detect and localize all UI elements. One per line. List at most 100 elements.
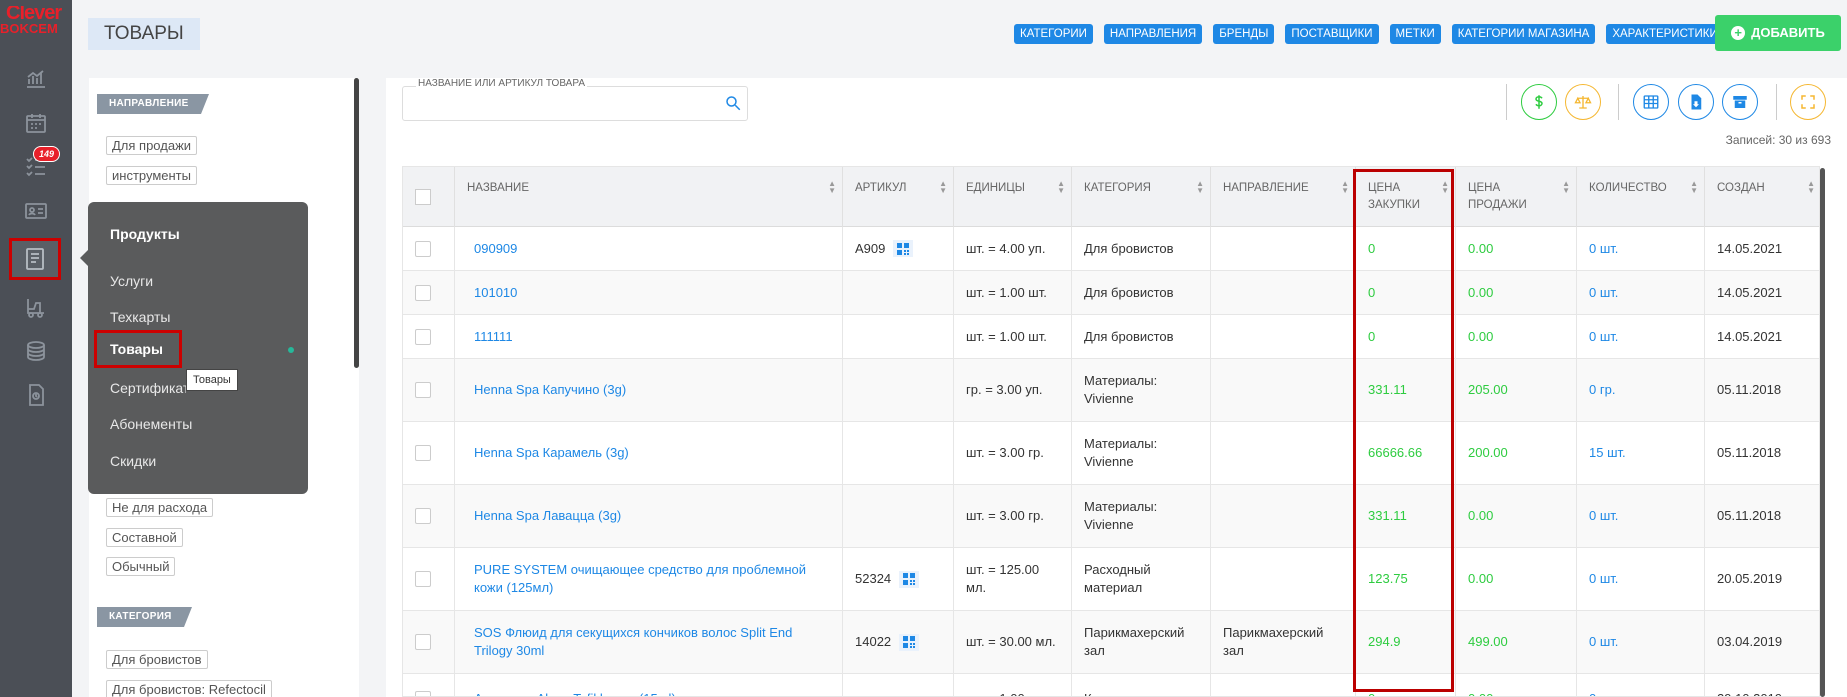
tag-characteristics-button[interactable]: ХАРАКТЕРИСТИКИ: [1606, 24, 1724, 44]
table-row[interactable]: Henna Spa Лавацца (3g) шт. = 3.00 гр. Мате…: [403, 485, 1819, 548]
search-input[interactable]: [402, 86, 748, 121]
columns-button[interactable]: [1633, 84, 1669, 120]
tag-store-categories-button[interactable]: КАТЕГОРИИ МАГАЗИНА: [1451, 24, 1596, 44]
balance-button[interactable]: [1565, 84, 1601, 120]
row-checkbox[interactable]: [415, 508, 431, 524]
row-checkbox[interactable]: [415, 240, 431, 257]
cell-category-text: Для бровистов: [1084, 240, 1174, 256]
filter-chip[interactable]: Для бровистов: Refectocil: [106, 680, 272, 697]
tag-suppliers-button[interactable]: ПОСТАВЩИКИ: [1285, 24, 1379, 44]
qr-code-icon[interactable]: [899, 633, 920, 651]
cell-name-text[interactable]: 111111: [467, 328, 513, 346]
search-icon[interactable]: [724, 94, 742, 112]
cell-name-text[interactable]: Henna Spa Капучино (3g): [467, 381, 626, 399]
finance-coins-icon[interactable]: [18, 336, 54, 366]
calendar-icon[interactable]: [18, 108, 54, 138]
table-row[interactable]: SOS Флюид для секущихся кончиков волос S…: [403, 611, 1819, 674]
table-row[interactable]: 090909 A909 шт. = 4.00 уп. Для бровистов 0 0.…: [403, 227, 1819, 271]
book-icon: [26, 248, 44, 270]
submenu-item-certificates[interactable]: Сертификаты: [110, 380, 186, 396]
cell-qty-text[interactable]: 0 шт.: [1589, 570, 1618, 588]
submenu-item-techcards[interactable]: Техкарты: [110, 309, 170, 325]
submenu-item-discounts[interactable]: Скидки: [110, 453, 156, 469]
row-select-cell: [403, 674, 455, 696]
table-row[interactable]: 101010 шт. = 1.00 шт. Для бровистов 0 0.00 0 …: [403, 271, 1819, 315]
cell-name-text[interactable]: PURE SYSTEM очищающее средство для пробл…: [467, 561, 830, 597]
filter-chip[interactable]: Для продажи: [106, 136, 198, 155]
table-row[interactable]: PURE SYSTEM очищающее средство для пробл…: [403, 548, 1819, 611]
cell-buy-text: 0: [1368, 284, 1376, 300]
cell-qty-text[interactable]: 0 шт.: [1589, 633, 1618, 651]
cell-qty-text[interactable]: 0 шт.: [1589, 240, 1618, 258]
header-sell-price[interactable]: ЦЕНА ПРОДАЖИ ▲ ▼: [1456, 167, 1577, 227]
clients-card-icon[interactable]: [18, 196, 54, 226]
header-sku[interactable]: АРТИКУЛ ▲ ▼: [843, 167, 954, 227]
archive-button[interactable]: [1722, 84, 1758, 120]
cell-name-text[interactable]: Аджастер Alena Tofil brown (15ml): [467, 690, 676, 697]
products-nav-item[interactable]: [9, 238, 61, 280]
row-checkbox[interactable]: [415, 445, 431, 461]
filter-chip[interactable]: Не для расхода: [106, 498, 214, 517]
cell-name-text[interactable]: Henna Spa Лавацца (3g): [467, 507, 621, 525]
row-select-cell: [403, 611, 455, 673]
cell-qty-text[interactable]: 0 шт.: [1589, 690, 1618, 697]
header-buy-price[interactable]: ЦЕНА ЗАКУПКИ ▲ ▼: [1356, 167, 1456, 227]
table-row[interactable]: Henna Spa Капучино (3g) гр. = 3.00 уп. Мат…: [403, 359, 1819, 422]
table-row[interactable]: Аджастер Alena Tofil brown (15ml) шт. = 1…: [403, 674, 1819, 697]
cell-direction: [1211, 227, 1356, 270]
submenu-item-subscriptions[interactable]: Абонементы: [110, 416, 192, 432]
filter-chip[interactable]: Составной: [106, 528, 183, 547]
row-checkbox[interactable]: [415, 328, 431, 345]
header-direction[interactable]: НАПРАВЛЕНИЕ ▲ ▼: [1211, 167, 1356, 227]
tag-directions-button[interactable]: НАПРАВЛЕНИЯ: [1103, 24, 1203, 44]
filter-chip[interactable]: Для бровистов: [106, 650, 208, 669]
filter-scrollbar[interactable]: [354, 78, 359, 368]
qr-code-icon[interactable]: [899, 570, 920, 588]
cell-created: 14.05.2021: [1705, 271, 1819, 314]
table-row[interactable]: Henna Spa Карамель (3g) шт. = 3.00 гр. Мат…: [403, 422, 1819, 485]
logo[interactable]: Clever BOKCEM: [0, 6, 72, 46]
cell-qty-text[interactable]: 15 шт.: [1589, 444, 1626, 462]
filter-chip[interactable]: инструменты: [106, 166, 197, 185]
header-quantity[interactable]: КОЛИЧЕСТВО ▲ ▼: [1577, 167, 1705, 227]
table-scrollbar[interactable]: [1820, 168, 1825, 697]
table-row[interactable]: 111111 шт. = 1.00 шт. Для бровистов 0 0.00 0 …: [403, 315, 1819, 359]
header-units[interactable]: ЕДИНИЦЫ ▲ ▼: [954, 167, 1072, 227]
warehouse-forklift-icon[interactable]: [18, 292, 54, 322]
documents-icon[interactable]: [18, 380, 54, 410]
tag-brands-button[interactable]: БРЕНДЫ: [1213, 24, 1275, 44]
cell-name-text[interactable]: Henna Spa Карамель (3g): [467, 444, 629, 462]
row-checkbox[interactable]: [415, 284, 431, 301]
cell-name-text[interactable]: 090909: [467, 240, 517, 258]
row-checkbox[interactable]: [415, 634, 431, 650]
export-button[interactable]: [1678, 84, 1714, 120]
cell-qty-text[interactable]: 0 шт.: [1589, 328, 1618, 346]
header-category[interactable]: КАТЕГОРИЯ ▲ ▼: [1072, 167, 1211, 227]
submenu-item-services[interactable]: Услуги: [110, 273, 153, 289]
fullscreen-button[interactable]: [1790, 84, 1826, 120]
cell-name-text[interactable]: SOS Флюид для секущихся кончиков волос S…: [467, 624, 830, 660]
analytics-icon[interactable]: [18, 64, 54, 94]
submenu-item-goods[interactable]: Товары: [94, 330, 182, 368]
row-checkbox[interactable]: [415, 382, 431, 398]
price-button[interactable]: [1521, 84, 1557, 120]
add-button[interactable]: + ДОБАВИТЬ: [1715, 15, 1841, 51]
cell-qty-text[interactable]: 0 шт.: [1589, 507, 1618, 525]
cell-qty-text[interactable]: 0 шт.: [1589, 284, 1618, 302]
tag-labels-button[interactable]: МЕТКИ: [1389, 24, 1441, 44]
cell-category: Материалы: Vivienne: [1072, 422, 1211, 484]
cell-sku: [843, 422, 954, 484]
row-checkbox[interactable]: [415, 571, 431, 587]
row-checkbox[interactable]: [415, 690, 431, 696]
cell-buy: 66666.66: [1356, 422, 1456, 484]
cell-name-text[interactable]: 101010: [467, 284, 517, 302]
filter-chip[interactable]: Обычный: [106, 557, 176, 576]
header-name[interactable]: НАЗВАНИЕ ▲ ▼: [455, 167, 843, 227]
tag-categories-button[interactable]: КАТЕГОРИИ: [1014, 24, 1093, 44]
header-created[interactable]: СОЗДАН ▲ ▼: [1705, 167, 1819, 227]
cell-qty: 0 шт.: [1577, 674, 1705, 697]
qr-code-icon[interactable]: [893, 240, 914, 257]
cell-qty-text[interactable]: 0 гр.: [1589, 381, 1615, 399]
cell-category-text: Парикмахерский зал: [1084, 625, 1185, 658]
select-all-checkbox[interactable]: [415, 189, 431, 205]
